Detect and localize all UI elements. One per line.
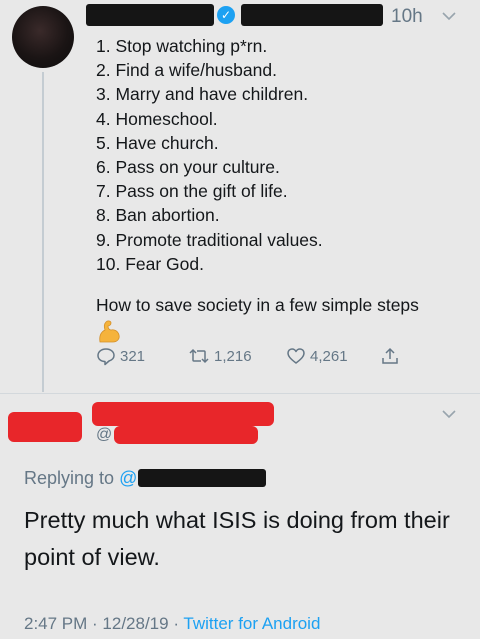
tweet-timestamp: 2:47 PM · 12/28/19 · Twitter for Android: [24, 614, 320, 634]
redacted-handle: [114, 426, 258, 444]
chevron-down-icon[interactable]: [442, 410, 456, 419]
list-item: 5. Have church.: [96, 132, 219, 153]
retweet-button[interactable]: 1,216: [188, 346, 252, 366]
verified-badge-icon: ✓: [217, 6, 235, 24]
redacted-avatar: [8, 412, 82, 442]
share-button[interactable]: [380, 346, 400, 366]
retweet-icon: [189, 348, 209, 364]
timestamp[interactable]: 2:47 PM · 12/28/19 ·: [24, 614, 183, 633]
reply-author-handle[interactable]: @: [96, 426, 112, 444]
list-item: 7. Pass on the gift of life.: [96, 181, 288, 202]
list-item: 9. Promote traditional values.: [96, 229, 323, 250]
list-item: 4. Homeschool.: [96, 108, 218, 129]
divider: [0, 393, 480, 394]
tweet-tagline: How to save society in a few simple step…: [96, 295, 419, 315]
reply-icon: [97, 348, 115, 366]
heart-icon: [287, 348, 305, 364]
tweet-source[interactable]: Twitter for Android: [183, 614, 320, 633]
replying-to-mention[interactable]: @: [119, 468, 137, 488]
reply-count: 321: [120, 347, 146, 365]
redacted-display-name: [92, 402, 274, 426]
reply-text: Pretty much what ISIS is doing from thei…: [24, 507, 450, 570]
like-count: 4,261: [310, 347, 348, 365]
tweet-time[interactable]: 10h: [391, 6, 423, 28]
tweet-body-list: 1. Stop watching p*rn. 2. Find a wife/hu…: [96, 34, 323, 276]
tweet-actions: 321 1,216 4,261: [0, 344, 480, 372]
reply-button[interactable]: 321: [96, 346, 145, 366]
redacted-handle: [241, 4, 383, 26]
flexed-biceps-icon: [99, 320, 120, 343]
list-item: 3. Marry and have children.: [96, 84, 309, 105]
chevron-down-icon[interactable]: [442, 12, 456, 21]
original-tweet: ✓ 10h 1. Stop watching p*rn. 2. Find a w…: [0, 0, 480, 395]
list-item: 6. Pass on your culture.: [96, 157, 280, 178]
share-icon: [382, 347, 398, 364]
list-item: 10. Fear God.: [96, 253, 204, 274]
list-item: 8. Ban abortion.: [96, 205, 220, 226]
handle-prefix: @: [96, 426, 113, 443]
avatar[interactable]: [12, 6, 74, 68]
list-item: 2. Find a wife/husband.: [96, 60, 277, 81]
replying-to: Replying to @: [24, 468, 137, 489]
like-button[interactable]: 4,261: [286, 346, 348, 366]
redacted-mention: [138, 469, 266, 487]
replying-label: Replying to: [24, 468, 115, 488]
retweet-count: 1,216: [214, 347, 252, 365]
list-item: 1. Stop watching p*rn.: [96, 36, 268, 56]
redacted-display-name: [86, 4, 214, 26]
